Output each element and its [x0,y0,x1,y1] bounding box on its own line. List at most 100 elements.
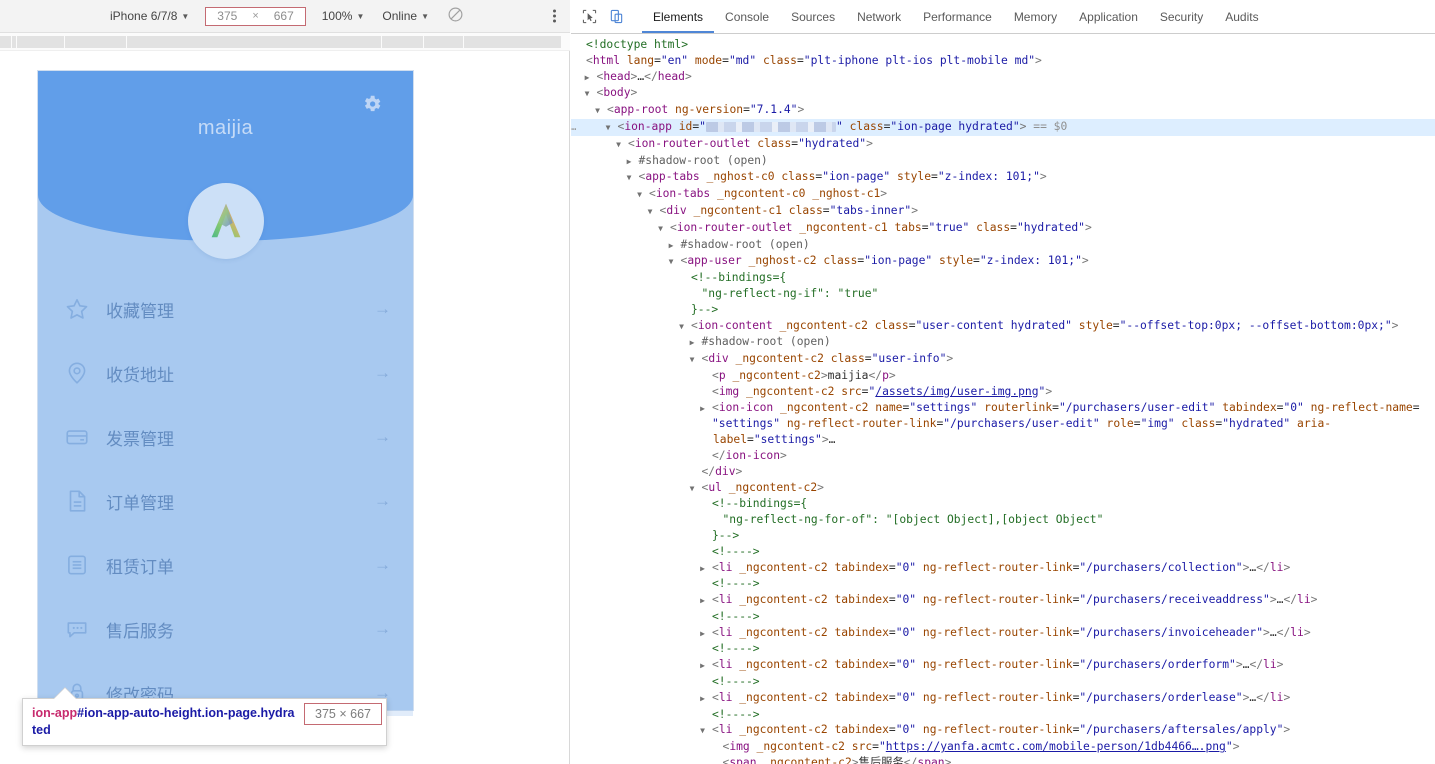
dom-tree-line[interactable]: <li _ngcontent-c2 tabindex="0" ng-reflec… [571,722,1435,739]
viewport-width-input[interactable] [212,9,243,23]
dom-tree-line[interactable]: <!--bindings={ [571,496,1435,512]
dom-tree-line[interactable]: <li _ngcontent-c2 tabindex="0" ng-reflec… [571,690,1435,707]
inspect-element-icon[interactable] [576,0,603,33]
disclosure-triangle[interactable] [703,690,712,707]
disclosure-triangle[interactable] [672,237,681,254]
tab-application[interactable]: Application [1068,0,1149,33]
rotate-icon[interactable] [447,6,464,26]
dom-tree-line[interactable]: …<ion-app id="" class="ion-page hydrated… [571,118,1435,136]
disclosure-triangle[interactable] [630,169,639,186]
disclosure-triangle[interactable] [703,560,712,577]
disclosure-triangle[interactable] [661,220,670,237]
disclosure-triangle[interactable] [640,186,649,203]
menu-item-label: 售后服务 [106,621,174,642]
document-icon [64,488,90,514]
dom-tree-line[interactable]: <li _ngcontent-c2 tabindex="0" ng-reflec… [571,657,1435,674]
menu-item-orderform[interactable]: 订单管理 → [38,469,413,533]
device-toolbar-more-options[interactable] [553,9,556,23]
disclosure-triangle[interactable] [693,480,702,497]
dom-tree-line[interactable]: <!----> [571,641,1435,657]
menu-item-collection[interactable]: 收藏管理 → [38,277,413,341]
settings-gear-icon[interactable] [361,93,383,115]
dom-tree-line[interactable]: <ul _ngcontent-c2> [571,480,1435,497]
dimension-separator: × [252,10,259,22]
viewport-dimensions[interactable]: × [205,6,306,26]
dom-tree-line[interactable]: <img _ngcontent-c2 src="/assets/img/user… [571,384,1435,400]
menu-item-aftersales[interactable]: 售后服务 → [38,597,413,661]
dom-tree-line[interactable]: <ion-content _ngcontent-c2 class="user-c… [571,318,1435,335]
dom-tree-line[interactable]: <head>…</head> [571,69,1435,86]
dom-tree-line[interactable]: #shadow-root (open) [571,237,1435,254]
dom-tree-line[interactable]: <!----> [571,576,1435,592]
tab-console[interactable]: Console [714,0,780,33]
dom-tree-line[interactable]: <app-root ng-version="7.1.4"> [571,102,1435,119]
disclosure-triangle[interactable] [703,592,712,609]
dom-tree-line[interactable]: <li _ngcontent-c2 tabindex="0" ng-reflec… [571,625,1435,642]
avatar[interactable] [187,183,264,259]
zoom-select[interactable]: 100% ▼ [318,8,369,24]
disclosure-triangle[interactable] [672,253,681,270]
dom-tree-line[interactable]: <body> [571,85,1435,102]
dom-tree-line[interactable]: <html lang="en" mode="md" class="plt-iph… [571,53,1435,69]
dom-tree-line[interactable]: "ng-reflect-ng-for-of": "[object Object]… [571,512,1435,528]
throttling-select[interactable]: Online ▼ [378,8,433,24]
menu-item-orderlease[interactable]: 租赁订单 → [38,533,413,597]
dom-tree-line[interactable]: <!----> [571,609,1435,625]
dom-tree-line[interactable]: <app-tabs _nghost-c0 class="ion-page" st… [571,169,1435,186]
dom-tree-line[interactable]: <ion-icon _ngcontent-c2 name="settings" … [571,400,1435,417]
dom-tree-line[interactable]: }--> [571,528,1435,544]
menu-item-invoiceheader[interactable]: 发票管理 → [38,405,413,469]
dom-tree-line[interactable]: <div _ngcontent-c1 class="tabs-inner"> [571,203,1435,220]
disclosure-triangle[interactable] [703,400,712,417]
tooltip-dimensions: 375 × 667 [304,703,382,725]
tab-security[interactable]: Security [1149,0,1214,33]
dom-tree-line[interactable]: }--> [571,302,1435,318]
disclosure-triangle[interactable] [703,657,712,674]
dom-tree-line[interactable]: "ng-reflect-ng-if": "true" [571,286,1435,302]
dom-tree-line[interactable]: <app-user _nghost-c2 class="ion-page" st… [571,253,1435,270]
dom-tree-line[interactable]: <ion-router-outlet class="hydrated"> [571,136,1435,153]
tab-memory[interactable]: Memory [1003,0,1068,33]
tab-sources[interactable]: Sources [780,0,846,33]
device-viewport[interactable]: maijia 收藏管理 → 收货地址 → 发票管理 → 订单管理 → 租赁订单 … [38,71,413,710]
viewport-height-input[interactable] [268,9,299,23]
dom-tree-line[interactable]: </ion-icon> [571,448,1435,464]
tab-performance[interactable]: Performance [912,0,1003,33]
device-select[interactable]: iPhone 6/7/8 ▼ [106,8,193,24]
dom-tree-line[interactable]: <ion-tabs _ngcontent-c0 _nghost-c1> [571,186,1435,203]
disclosure-triangle[interactable] [693,351,702,368]
dom-tree-line[interactable]: <div _ngcontent-c2 class="user-info"> [571,351,1435,368]
dom-tree-line[interactable]: <span _ngcontent-c2>售后服务</span> [571,755,1435,764]
disclosure-triangle[interactable] [588,85,597,102]
dom-tree-line[interactable]: <!----> [571,674,1435,690]
dom-tree-line[interactable]: <!----> [571,544,1435,560]
menu-item-receiveaddress[interactable]: 收货地址 → [38,341,413,405]
disclosure-triangle[interactable] [609,119,618,136]
disclosure-triangle[interactable] [693,334,702,351]
dom-tree-line[interactable]: #shadow-root (open) [571,153,1435,170]
dom-tree-line[interactable]: <img _ngcontent-c2 src="https://yanfa.ac… [571,739,1435,755]
dom-tree-line[interactable]: <ion-router-outlet _ngcontent-c1 tabs="t… [571,220,1435,237]
dom-tree-line[interactable]: <p _ngcontent-c2>maijia</p> [571,368,1435,384]
tab-audits[interactable]: Audits [1214,0,1269,33]
dom-tree[interactable]: <!doctype html> <html lang="en" mode="md"… [571,34,1435,764]
disclosure-triangle[interactable] [682,318,691,335]
disclosure-triangle[interactable] [630,153,639,170]
dom-tree-line[interactable]: "settings" ng-reflect-router-link="/purc… [571,416,1435,448]
disclosure-triangle[interactable] [588,69,597,86]
dom-tree-line[interactable]: #shadow-root (open) [571,334,1435,351]
disclosure-triangle[interactable] [703,625,712,642]
disclosure-triangle[interactable] [619,136,628,153]
tab-elements[interactable]: Elements [642,0,714,33]
dom-tree-line[interactable]: <li _ngcontent-c2 tabindex="0" ng-reflec… [571,592,1435,609]
toggle-device-toolbar-icon[interactable] [603,0,630,33]
tab-network[interactable]: Network [846,0,912,33]
dom-tree-line[interactable]: <!--bindings={ [571,270,1435,286]
dom-tree-line[interactable]: <li _ngcontent-c2 tabindex="0" ng-reflec… [571,560,1435,577]
disclosure-triangle[interactable] [598,102,607,119]
dom-tree-line[interactable]: <!doctype html> [571,37,1435,53]
disclosure-triangle[interactable] [651,203,660,220]
disclosure-triangle[interactable] [703,722,712,739]
dom-tree-line[interactable]: <!----> [571,707,1435,723]
dom-tree-line[interactable]: </div> [571,464,1435,480]
